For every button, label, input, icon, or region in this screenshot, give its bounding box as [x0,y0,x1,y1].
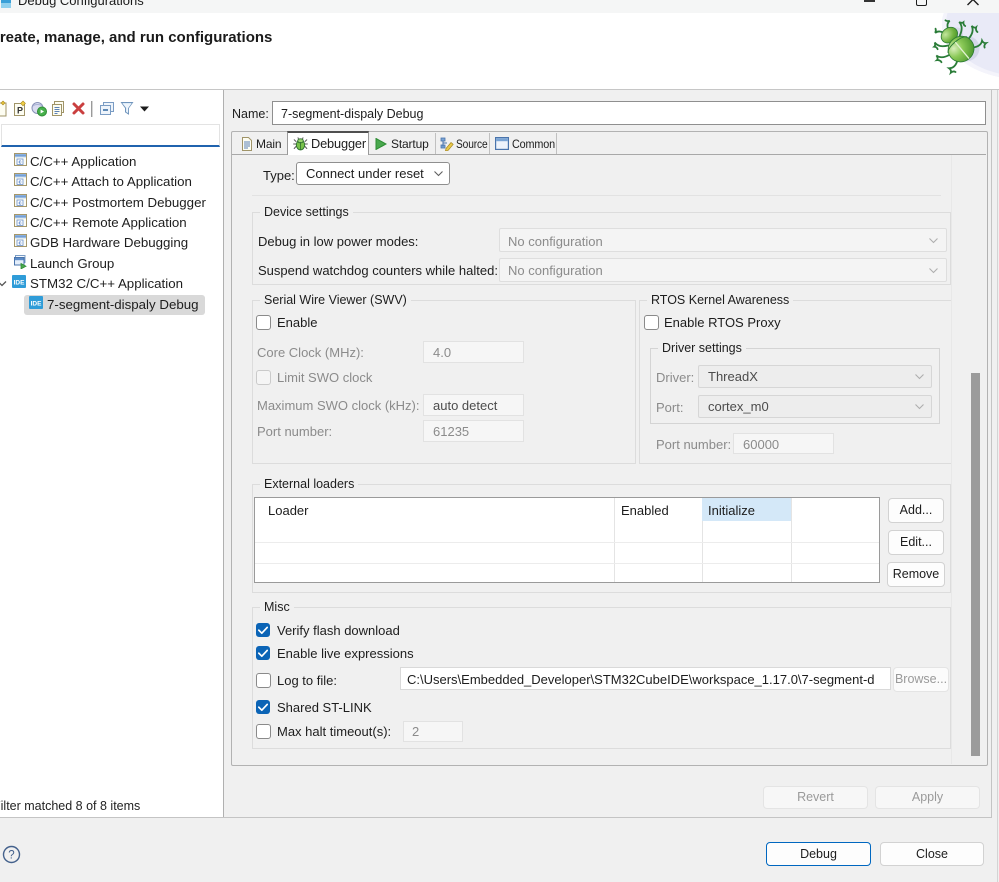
svg-text:P: P [17,106,23,116]
svg-text:?: ? [8,850,14,862]
